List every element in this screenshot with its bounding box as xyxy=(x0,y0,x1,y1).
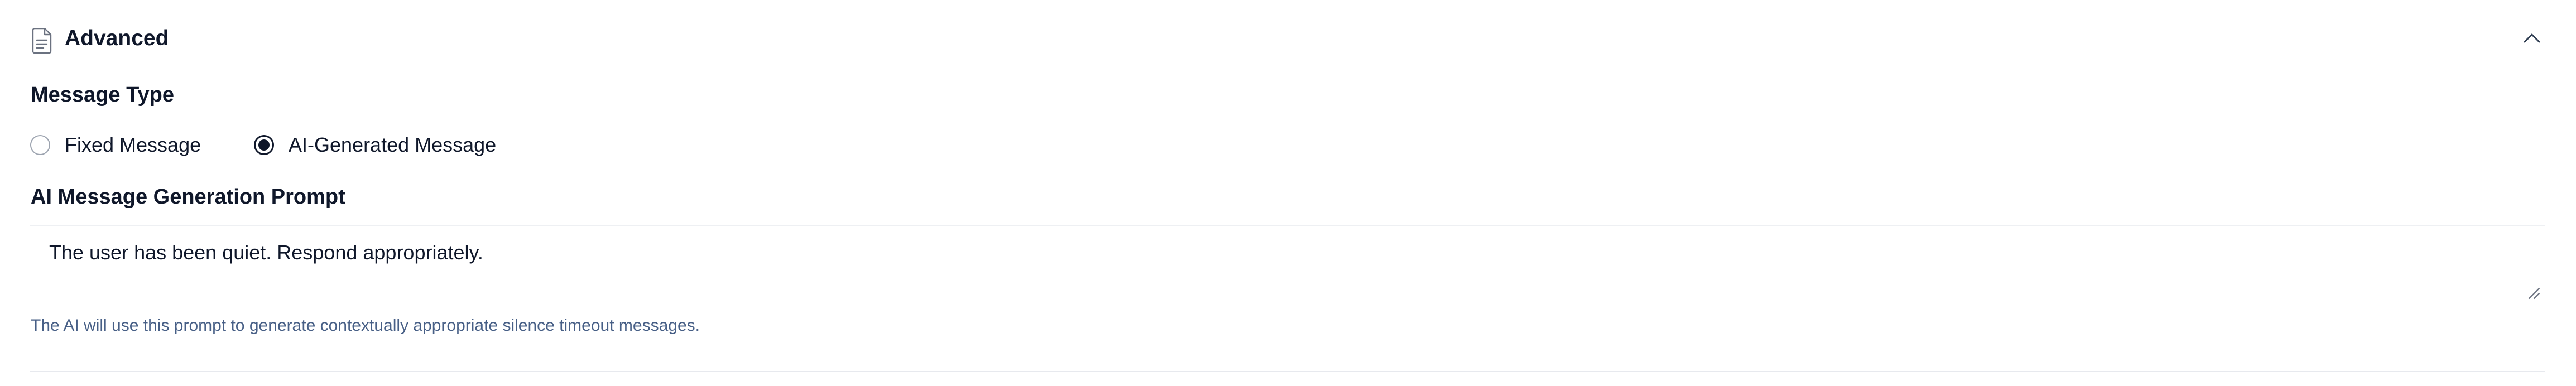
document-icon xyxy=(32,28,52,54)
ai-generated-message-label[interactable]: AI-Generated Message xyxy=(289,133,496,157)
advanced-settings-panel: Advanced Message Type Fixed Message AI-G… xyxy=(0,0,2576,386)
radio-selected-dot xyxy=(258,139,270,151)
prompt-textarea[interactable]: The user has been quiet. Respond appropr… xyxy=(30,225,2545,304)
prompt-textarea-value[interactable]: The user has been quiet. Respond appropr… xyxy=(49,240,483,265)
fixed-message-option[interactable]: Fixed Message xyxy=(30,132,201,158)
section-divider xyxy=(30,371,2545,372)
fixed-message-label[interactable]: Fixed Message xyxy=(65,133,201,157)
ai-generated-message-radio[interactable] xyxy=(254,135,274,155)
prompt-label: AI Message Generation Prompt xyxy=(31,185,345,209)
prompt-helper-text: The AI will use this prompt to generate … xyxy=(31,316,700,335)
resize-handle-icon[interactable] xyxy=(2527,286,2541,301)
ai-generated-message-option[interactable]: AI-Generated Message xyxy=(254,132,496,158)
fixed-message-radio[interactable] xyxy=(30,135,50,155)
chevron-up-icon[interactable] xyxy=(2522,31,2542,45)
advanced-section-header[interactable]: Advanced xyxy=(0,0,2576,78)
message-type-label: Message Type xyxy=(31,83,174,107)
section-title: Advanced xyxy=(65,26,169,50)
